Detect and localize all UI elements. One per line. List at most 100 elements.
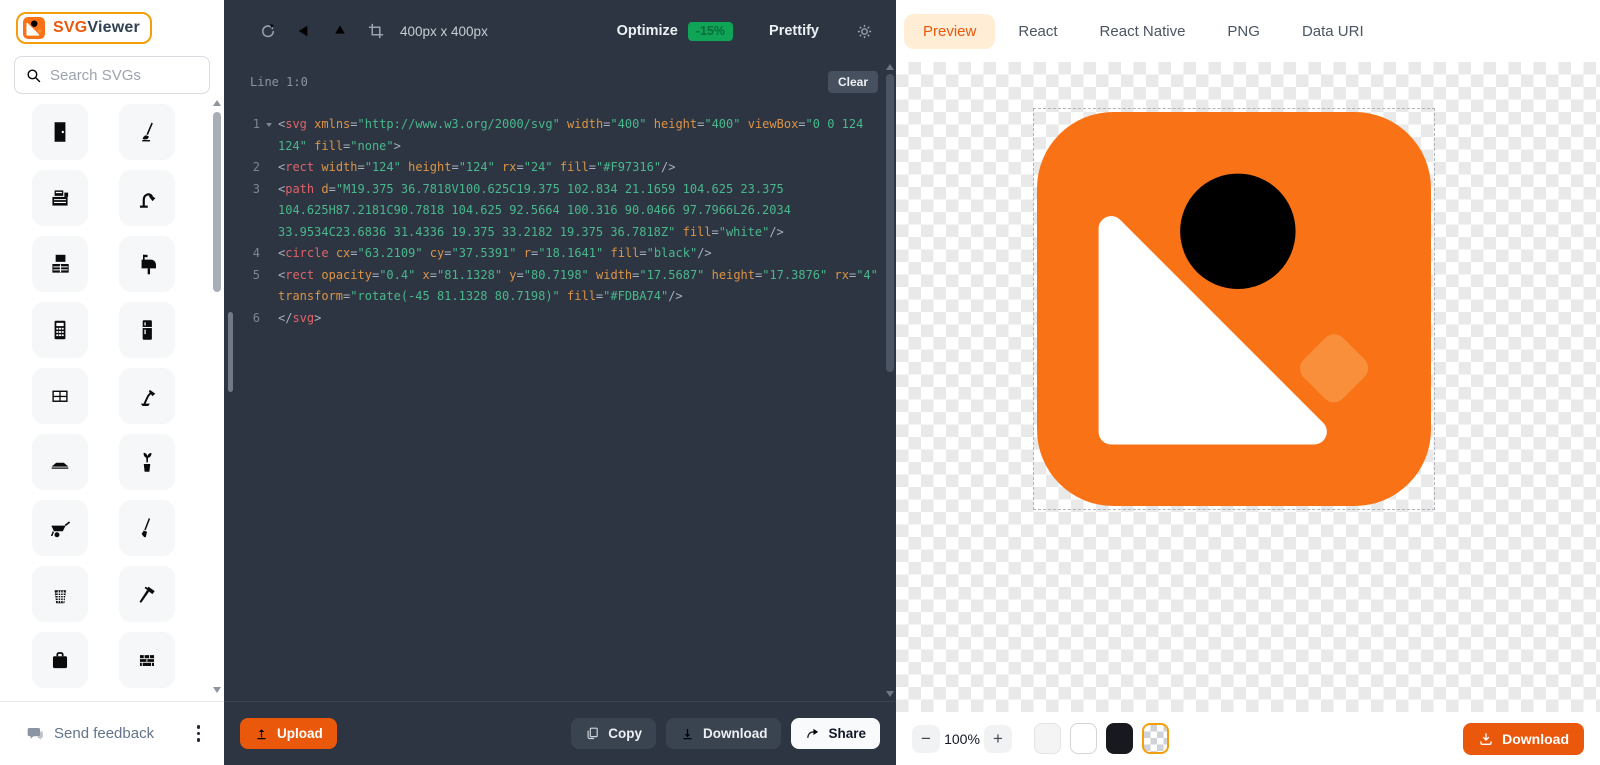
- tab-react[interactable]: React: [999, 14, 1076, 49]
- svg-preview-image[interactable]: [1033, 108, 1435, 510]
- download-svg-button[interactable]: Download: [665, 718, 782, 749]
- window-icon: [47, 383, 73, 409]
- share-button[interactable]: Share: [791, 718, 880, 749]
- settings-button[interactable]: [855, 22, 874, 41]
- optimize-savings-badge: -15%: [687, 21, 734, 41]
- tab-preview[interactable]: Preview: [904, 13, 996, 49]
- preview-tab-bar: Preview React React Native PNG Data URI: [896, 0, 1600, 62]
- more-options-button[interactable]: [193, 721, 205, 746]
- code-line: 4 <circle cx="63.2109" cy="37.5391" r="18…: [252, 246, 712, 260]
- svg-thumbnail-door[interactable]: [32, 104, 88, 160]
- svg-thumbnail-plant[interactable]: [119, 434, 175, 490]
- background-swatch-light[interactable]: [1034, 723, 1061, 754]
- flip-horizontal-button[interactable]: [286, 16, 322, 46]
- canvas-size-label: 400px x 400px: [400, 23, 488, 39]
- svg-thumbnail-calculator[interactable]: [32, 302, 88, 358]
- background-swatches: [1034, 723, 1169, 754]
- upload-icon: [254, 726, 269, 741]
- scrollbar-thumb[interactable]: [886, 74, 894, 372]
- svg-thumbnail-gooseneck-lamp[interactable]: [119, 170, 175, 226]
- editor-status-bar: Line 1:0 Clear: [224, 62, 896, 102]
- calculator-icon: [47, 317, 73, 343]
- app-logo[interactable]: SVGViewer: [16, 12, 152, 44]
- preview-panel: Preview React React Native PNG Data URI − 10…: [896, 0, 1600, 765]
- desk-lamp-icon: [134, 383, 160, 409]
- zoom-in-button[interactable]: +: [984, 724, 1012, 753]
- download-icon: [1478, 731, 1494, 747]
- rotate-button[interactable]: [250, 16, 286, 46]
- copy-button[interactable]: Copy: [571, 718, 656, 749]
- app-title: SVGViewer: [53, 19, 140, 36]
- upload-button[interactable]: Upload: [240, 718, 337, 749]
- flip-horizontal-icon: [295, 22, 313, 40]
- svg-thumbnail-wheelbarrow[interactable]: [32, 500, 88, 556]
- download-button[interactable]: Download: [1463, 722, 1584, 755]
- tab-data-uri[interactable]: Data URI: [1283, 14, 1383, 49]
- door-icon: [47, 119, 73, 145]
- crop-icon: [367, 22, 385, 40]
- code-line: 33.9534C23.6836 31.4336 19.375 33.2182 1…: [278, 224, 784, 239]
- scroll-up-icon[interactable]: [213, 100, 221, 106]
- wheelbarrow-icon: [47, 515, 73, 541]
- svg-thumbnail-desk-lamp[interactable]: [119, 368, 175, 424]
- tab-png[interactable]: PNG: [1208, 14, 1279, 49]
- code-line: 3 <path d="M19.375 36.7818V100.625C19.375…: [252, 181, 784, 196]
- editor-scrollbar[interactable]: [886, 64, 894, 697]
- code-area[interactable]: 1 <svg xmlns="http://www.w3.org/2000/svg"…: [224, 102, 896, 701]
- svg-thumbnail-window[interactable]: [32, 368, 88, 424]
- gooseneck-lamp-icon: [134, 185, 160, 211]
- svg-thumbnail-grid: [0, 104, 224, 701]
- zoom-level-label: 100%: [944, 730, 980, 747]
- scroll-down-icon[interactable]: [213, 687, 221, 693]
- send-feedback-link[interactable]: Send feedback: [54, 725, 154, 742]
- cursor-position-label: Line 1:0: [250, 75, 308, 89]
- hammer-icon: [134, 581, 160, 607]
- code-line: 6 </svg>: [252, 310, 322, 325]
- briefcase-icon: [47, 647, 73, 673]
- sidebar-footer: Send feedback: [0, 701, 224, 765]
- optimize-button[interactable]: Optimize: [617, 23, 678, 39]
- sidebar: SVGViewer Send feedback: [0, 0, 224, 765]
- svg-thumbnail-mop[interactable]: [119, 104, 175, 160]
- svg-thumbnail-tv-stand[interactable]: [32, 236, 88, 292]
- basket-icon: [47, 581, 73, 607]
- plant-icon: [134, 449, 160, 475]
- background-swatch-dark[interactable]: [1106, 723, 1133, 754]
- svg-thumbnail-garden-tool[interactable]: [119, 500, 175, 556]
- tab-react-native[interactable]: React Native: [1081, 14, 1205, 49]
- copy-icon: [585, 726, 600, 741]
- flip-vertical-button[interactable]: [322, 16, 358, 46]
- svg-thumbnail-cash-register[interactable]: [32, 170, 88, 226]
- preview-canvas[interactable]: [896, 62, 1600, 712]
- scroll-down-icon[interactable]: [886, 691, 894, 697]
- rotate-icon: [259, 22, 277, 40]
- svg-thumbnail-brick-wall[interactable]: [119, 632, 175, 688]
- scroll-up-icon[interactable]: [886, 64, 894, 70]
- code-line: 5 <rect opacity="0.4" x="81.1328" y="80.7…: [252, 267, 878, 282]
- crop-button[interactable]: [358, 16, 394, 46]
- svg-thumbnail-hammer[interactable]: [119, 566, 175, 622]
- share-icon: [805, 726, 820, 741]
- gear-icon: [855, 22, 874, 41]
- code-line: 104.625H87.2181C90.7818 104.625 92.5664 …: [278, 203, 791, 217]
- preview-footer: − 100% + Download: [896, 712, 1600, 765]
- code-editor-panel: 400px x 400px Optimize -15% Prettify Lin…: [224, 0, 896, 765]
- flip-vertical-icon: [331, 22, 349, 40]
- code-line: 124" fill="none">: [278, 138, 401, 153]
- clear-button[interactable]: Clear: [827, 71, 878, 93]
- svg-thumbnail-briefcase[interactable]: [32, 632, 88, 688]
- search-input[interactable]: [50, 66, 199, 84]
- sidebar-scrollbar[interactable]: [213, 100, 221, 693]
- svg-thumbnail-mailbox[interactable]: [119, 236, 175, 292]
- prettify-button[interactable]: Prettify: [769, 23, 819, 39]
- background-swatch-white[interactable]: [1070, 723, 1097, 754]
- svg-thumbnail-basket[interactable]: [32, 566, 88, 622]
- svg-thumbnail-refrigerator[interactable]: [119, 302, 175, 358]
- brick-wall-icon: [134, 647, 160, 673]
- svg-thumbnail-tray[interactable]: [32, 434, 88, 490]
- zoom-out-button[interactable]: −: [912, 724, 940, 753]
- code-line: transform="rotate(-45 81.1328 80.7198)" …: [278, 289, 683, 303]
- background-swatch-transparent[interactable]: [1142, 723, 1169, 754]
- feedback-icon: [26, 725, 44, 743]
- scrollbar-thumb[interactable]: [213, 112, 221, 292]
